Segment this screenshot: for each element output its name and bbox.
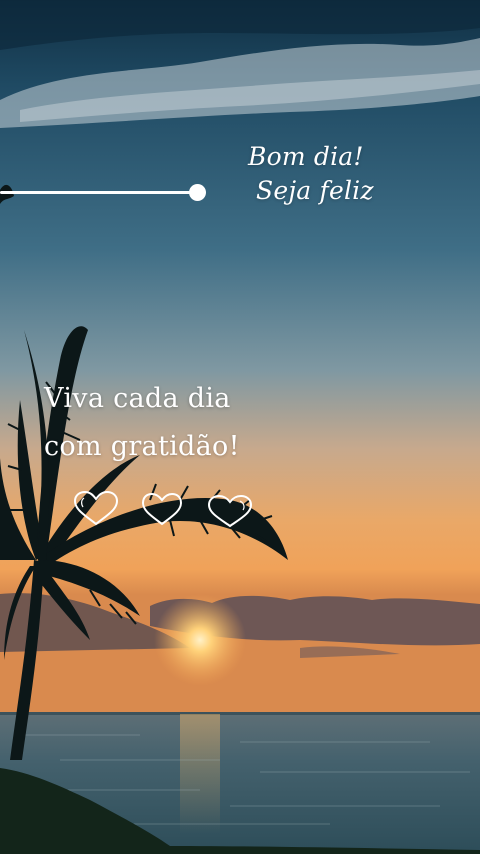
heart-outline-icon [207,494,253,528]
slider-knob[interactable] [189,184,206,201]
sunset-beach-background [0,0,480,854]
quote-line-1: Viva cada dia [44,383,231,414]
quote-line-2: com gratidão! [44,431,240,462]
greeting-line-2: Seja feliz [256,176,374,205]
slider-track[interactable] [0,191,198,194]
heart-outline-icon [141,492,183,526]
greeting-line-1: Bom dia! [248,142,364,171]
heart-outline-icon [73,490,119,526]
